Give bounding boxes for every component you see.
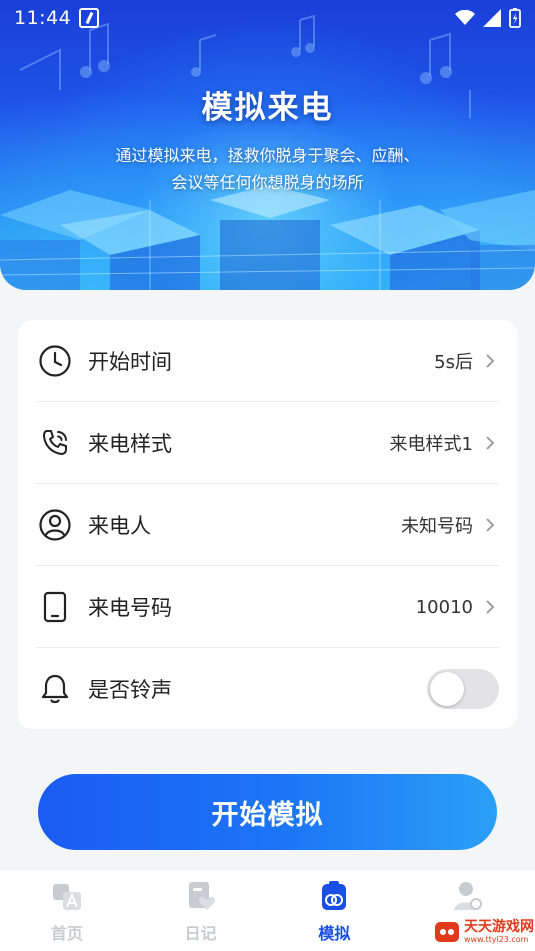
caller-number-value: 10010 bbox=[415, 596, 473, 618]
simulate-phone-icon bbox=[322, 881, 347, 910]
bell-icon bbox=[41, 674, 69, 704]
watermark-url: www.ttyl23.com bbox=[464, 934, 529, 944]
header-banner: 11:44 模拟来电 通过模拟来电，拯救你脱身于聚会、应酬、 会议等任何你想脱身… bbox=[0, 0, 535, 290]
status-time: 11:44 bbox=[14, 7, 72, 29]
tab-home[interactable]: 首页 bbox=[0, 870, 134, 951]
start-time-label: 开始时间 bbox=[88, 350, 172, 374]
chevron-right-icon bbox=[486, 600, 495, 614]
page-subtitle: 通过模拟来电，拯救你脱身于聚会、应酬、 会议等任何你想脱身的场所 bbox=[60, 142, 475, 196]
start-time-value: 5s后 bbox=[434, 352, 473, 373]
battery-icon bbox=[509, 8, 521, 28]
caller-number-label: 来电号码 bbox=[88, 596, 172, 620]
phone-call-icon bbox=[43, 430, 67, 455]
start-simulation-button[interactable]: 开始模拟 bbox=[38, 774, 497, 850]
user-icon bbox=[39, 509, 71, 541]
settings-card: 开始时间 5s后 来电样式 来电样式1 来电人 未知号码 来电号码 10010 … bbox=[18, 320, 517, 729]
status-bar: 11:44 bbox=[0, 0, 535, 36]
ringtone-row: 是否铃声 bbox=[36, 648, 499, 730]
status-indicators bbox=[455, 8, 521, 28]
tab-home-label: 首页 bbox=[50, 924, 83, 943]
tab-simulate-label: 模拟 bbox=[318, 924, 351, 943]
subtitle-line-1: 通过模拟来电，拯救你脱身于聚会、应酬、 bbox=[115, 146, 420, 165]
ringtone-label: 是否铃声 bbox=[88, 678, 172, 702]
call-style-value: 来电样式1 bbox=[389, 434, 473, 455]
caller-value: 未知号码 bbox=[401, 516, 473, 537]
start-time-row[interactable]: 开始时间 5s后 bbox=[36, 320, 499, 402]
ringtone-toggle[interactable] bbox=[427, 669, 499, 709]
diary-heart-icon bbox=[188, 882, 215, 910]
chevron-right-icon bbox=[486, 518, 495, 532]
caller-number-row[interactable]: 来电号码 10010 bbox=[36, 566, 499, 648]
call-style-row[interactable]: 来电样式 来电样式1 bbox=[36, 402, 499, 484]
tab-simulate[interactable]: 模拟 bbox=[268, 870, 402, 951]
chevron-right-icon bbox=[486, 436, 495, 450]
watermark-name: 天天游戏网 bbox=[464, 918, 534, 935]
page-title: 模拟来电 bbox=[201, 90, 334, 126]
clock-icon bbox=[39, 345, 71, 377]
watermark-logo-icon bbox=[435, 921, 459, 942]
tab-diary[interactable]: 日记 bbox=[134, 870, 268, 951]
home-translate-icon bbox=[52, 884, 81, 910]
mobile-phone-icon bbox=[43, 591, 67, 623]
profile-icon bbox=[454, 882, 483, 910]
caller-label: 来电人 bbox=[88, 514, 151, 538]
signal-icon bbox=[483, 9, 501, 27]
wifi-icon bbox=[455, 10, 475, 25]
subtitle-line-2: 会议等任何你想脱身的场所 bbox=[171, 173, 364, 192]
call-style-label: 来电样式 bbox=[88, 432, 172, 456]
caller-row[interactable]: 来电人 未知号码 bbox=[36, 484, 499, 566]
notification-app-icon bbox=[79, 8, 100, 28]
tab-diary-label: 日记 bbox=[184, 924, 217, 943]
site-watermark: 天天游戏网 www.ttyl23.com bbox=[434, 912, 535, 951]
chevron-right-icon bbox=[486, 354, 495, 368]
